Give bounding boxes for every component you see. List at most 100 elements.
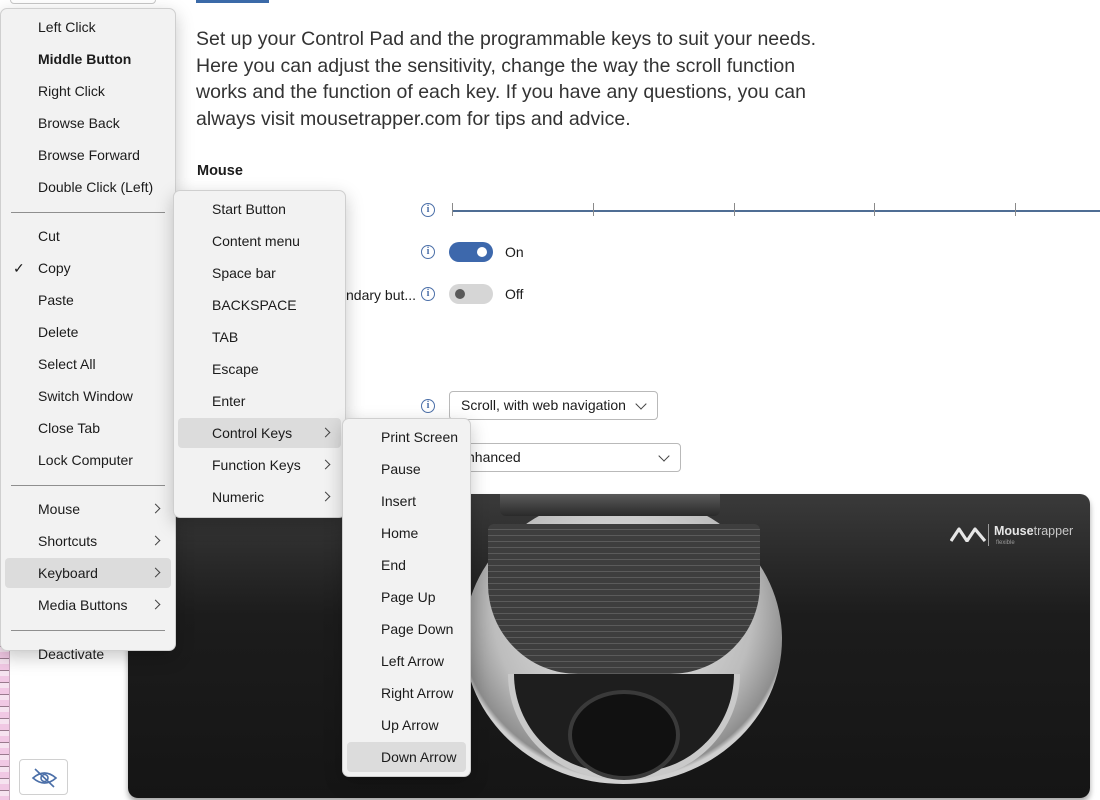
- menu-item-label: Escape: [212, 361, 259, 377]
- keyboard-submenu: Start Button Content menu Space bar BACKSPA…: [173, 190, 346, 518]
- logo-divider: [988, 524, 989, 546]
- menu-item-label: Page Down: [381, 621, 454, 637]
- menu-item-label: Select All: [38, 356, 96, 372]
- menu-item-label: Space bar: [212, 265, 276, 281]
- menu-item-left-arrow[interactable]: Left Arrow: [347, 646, 466, 676]
- menu-item-label: Right Arrow: [381, 685, 454, 701]
- menu-item-deactivate[interactable]: Deactivate: [5, 639, 171, 669]
- slider-tick: [874, 203, 875, 216]
- toggle1-info-icon[interactable]: i: [421, 245, 435, 259]
- brand-light: trapper: [1033, 524, 1074, 538]
- menu-item-page-up[interactable]: Page Up: [347, 582, 466, 612]
- secondary-button-label: ndary but...: [346, 287, 417, 303]
- chevron-right-icon: [150, 535, 161, 546]
- menu-item-label: Delete: [38, 324, 79, 340]
- menu-item-down-arrow[interactable]: Down Arrow: [347, 742, 466, 772]
- menu-item-end[interactable]: End: [347, 550, 466, 580]
- brand-bold: Mouse: [994, 524, 1034, 538]
- toggle2-info-icon[interactable]: i: [421, 287, 435, 301]
- scroll-info-icon[interactable]: i: [421, 399, 435, 413]
- menu-item-shortcuts[interactable]: Shortcuts: [5, 526, 171, 556]
- scroll-mode-select[interactable]: Scroll, with web navigation: [449, 391, 658, 420]
- control-keys-submenu: Print Screen Pause Insert Home End Page Up Pag…: [342, 418, 471, 777]
- menu-item-label: Insert: [381, 493, 417, 509]
- toggle-switch-off[interactable]: [449, 284, 493, 304]
- device-brand: Mousetrapper: [994, 524, 1073, 538]
- sensitivity-slider[interactable]: [452, 210, 1100, 212]
- menu-item-left-click[interactable]: Left Click: [5, 12, 171, 42]
- menu-item-print-screen[interactable]: Print Screen: [347, 422, 466, 452]
- menu-item-label: Function Keys: [212, 457, 301, 473]
- menu-item-label: Deactivate: [38, 646, 105, 662]
- menu-item-label: Left Click: [38, 19, 96, 35]
- menu-item-mouse[interactable]: Mouse: [5, 494, 171, 524]
- menu-separator: [11, 485, 165, 486]
- device-knob: [568, 690, 680, 780]
- menu-item-label: Keyboard: [38, 565, 98, 581]
- menu-item-label: Copy: [38, 260, 71, 276]
- toggle-switch-on[interactable]: [449, 242, 493, 262]
- device-control-pad: [488, 524, 760, 674]
- menu-item-backspace[interactable]: BACKSPACE: [178, 290, 341, 320]
- intro-text: Set up your Control Pad and the programm…: [196, 26, 816, 132]
- menu-item-enter[interactable]: Enter: [178, 386, 341, 416]
- menu-item-switch-window[interactable]: Switch Window: [5, 381, 171, 411]
- menu-item-select-all[interactable]: Select All: [5, 349, 171, 379]
- chevron-right-icon: [150, 503, 161, 514]
- menu-item-label: Switch Window: [38, 388, 133, 404]
- menu-item-label: Pause: [381, 461, 421, 477]
- menu-item-insert[interactable]: Insert: [347, 486, 466, 516]
- menu-item-label: Down Arrow: [381, 749, 457, 765]
- menu-item-content-menu[interactable]: Content menu: [178, 226, 341, 256]
- menu-item-function-keys[interactable]: Function Keys: [178, 450, 341, 480]
- menu-item-label: Print Screen: [381, 429, 459, 445]
- menu-item-cut[interactable]: Cut: [5, 221, 171, 251]
- menu-item-home[interactable]: Home: [347, 518, 466, 548]
- menu-item-close-tab[interactable]: Close Tab: [5, 413, 171, 443]
- menu-item-browse-forward[interactable]: Browse Forward: [5, 140, 171, 170]
- menu-item-label: Middle Button: [38, 51, 132, 67]
- menu-item-label: Media Buttons: [38, 597, 128, 613]
- menu-item-right-arrow[interactable]: Right Arrow: [347, 678, 466, 708]
- menu-item-page-down[interactable]: Page Down: [347, 614, 466, 644]
- intro-line: always visit mousetrapper.com for tips a…: [196, 107, 631, 130]
- menu-item-copy[interactable]: Copy ✓: [5, 253, 171, 283]
- menu-item-media-buttons[interactable]: Media Buttons: [5, 590, 171, 620]
- menu-item-label: Numeric: [212, 489, 265, 505]
- menu-item-pause[interactable]: Pause: [347, 454, 466, 484]
- menu-item-label: Page Up: [381, 589, 436, 605]
- hide-button[interactable]: [19, 759, 68, 795]
- menu-separator: [11, 630, 165, 631]
- menu-item-label: Cut: [38, 228, 60, 244]
- menu-item-paste[interactable]: Paste: [5, 285, 171, 315]
- menu-item-escape[interactable]: Escape: [178, 354, 341, 384]
- top-search-field[interactable]: [10, 0, 156, 4]
- menu-item-label: Browse Forward: [38, 147, 140, 163]
- acceleration-select[interactable]: nhanced: [460, 443, 681, 472]
- chevron-down-icon: [658, 450, 670, 462]
- toggle-knob: [477, 247, 487, 257]
- menu-item-middle-button[interactable]: Middle Button: [5, 44, 171, 74]
- menu-item-double-click-left[interactable]: Double Click (Left): [5, 172, 171, 202]
- menu-item-right-click[interactable]: Right Click: [5, 76, 171, 106]
- mousetrapper-device-image: Mousetrapper flexible: [128, 494, 1090, 798]
- chevron-right-icon: [150, 567, 161, 578]
- menu-item-label: Right Click: [38, 83, 105, 99]
- menu-item-tab[interactable]: TAB: [178, 322, 341, 352]
- menu-item-keyboard[interactable]: Keyboard: [5, 558, 171, 588]
- intro-line: works and the function of each key. If y…: [196, 81, 806, 103]
- sensitivity-info-icon[interactable]: i: [421, 203, 435, 217]
- intro-line: Here you can adjust the sensitivity, cha…: [196, 54, 796, 77]
- eye-hidden-icon: [31, 768, 58, 788]
- menu-item-label: Browse Back: [38, 115, 120, 131]
- menu-item-up-arrow[interactable]: Up Arrow: [347, 710, 466, 740]
- menu-item-browse-back[interactable]: Browse Back: [5, 108, 171, 138]
- menu-item-lock-computer[interactable]: Lock Computer: [5, 445, 171, 475]
- menu-item-start-button[interactable]: Start Button: [178, 194, 341, 224]
- menu-item-delete[interactable]: Delete: [5, 317, 171, 347]
- menu-item-control-keys[interactable]: Control Keys: [178, 418, 341, 448]
- menu-item-numeric[interactable]: Numeric: [178, 482, 341, 512]
- menu-item-space-bar[interactable]: Space bar: [178, 258, 341, 288]
- menu-item-label: TAB: [212, 329, 239, 345]
- intro-line: Set up your Control Pad and the programm…: [196, 28, 817, 50]
